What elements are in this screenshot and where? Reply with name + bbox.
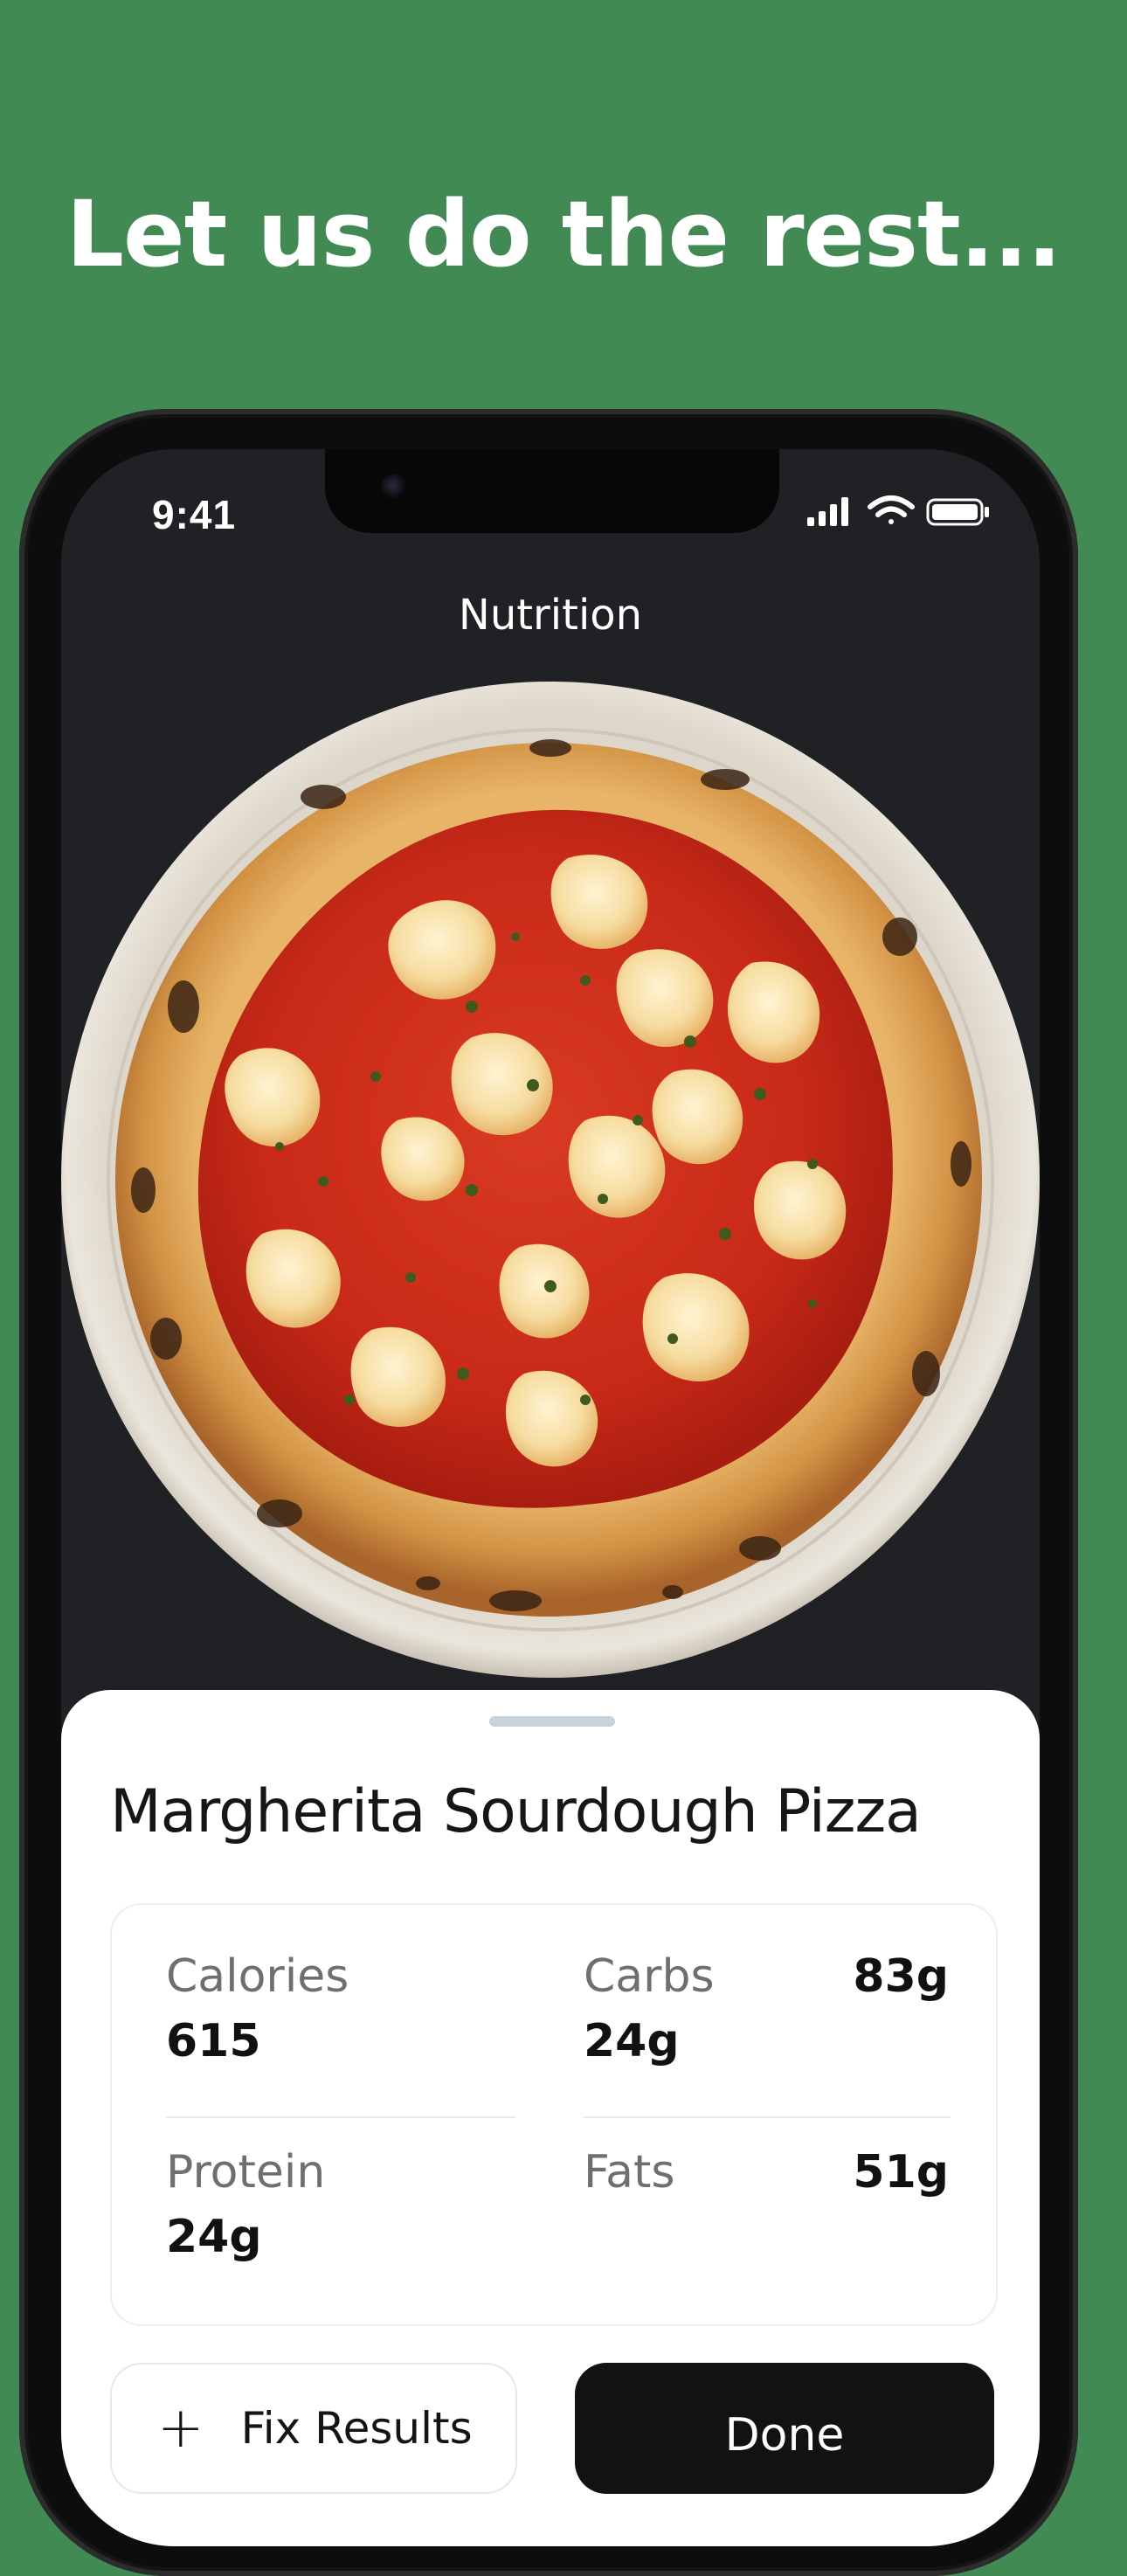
nav-title: Nutrition bbox=[458, 591, 643, 640]
signal-icon bbox=[807, 497, 848, 526]
camera-icon bbox=[381, 474, 407, 500]
carbs-label: Carbs bbox=[584, 1950, 715, 2003]
protein-value: 24g bbox=[166, 2211, 262, 2263]
wifi-icon bbox=[868, 495, 915, 524]
status-time: 9:41 bbox=[152, 492, 237, 537]
divider-right bbox=[584, 2116, 951, 2118]
fix-results-button[interactable]: + Fix Results bbox=[110, 2363, 517, 2494]
done-button[interactable]: Done bbox=[575, 2363, 994, 2494]
fats-side-value: 51g bbox=[853, 2146, 949, 2199]
divider-left bbox=[166, 2116, 515, 2118]
phone-frame: 9:41 Nutrition Margherita Sourdough Pizz… bbox=[19, 409, 1078, 2576]
carbs-value: 24g bbox=[584, 2015, 680, 2067]
app-screen: 9:41 Nutrition Margherita Sourdough Pizz… bbox=[61, 449, 1040, 2546]
plus-icon: + bbox=[157, 2396, 204, 2461]
fix-results-label: Fix Results bbox=[240, 2403, 473, 2454]
protein-label: Protein bbox=[166, 2146, 326, 2199]
nutrition-card: Calories 615 Carbs 83g 24g Protein 24g F… bbox=[110, 1903, 998, 2326]
battery-icon bbox=[926, 498, 989, 526]
sheet-grabber[interactable] bbox=[489, 1716, 615, 1727]
calories-value: 615 bbox=[166, 2015, 261, 2067]
fats-label: Fats bbox=[584, 2146, 675, 2199]
dynamic-notch bbox=[325, 449, 779, 533]
food-photo bbox=[61, 675, 1040, 1688]
status-icons bbox=[807, 495, 1026, 530]
carbs-side-value: 83g bbox=[853, 1950, 949, 2003]
promo-headline: Let us do the rest... bbox=[66, 181, 1061, 287]
food-name: Margherita Sourdough Pizza bbox=[110, 1777, 922, 1846]
result-sheet: Margherita Sourdough Pizza Calories 615 … bbox=[61, 1690, 1040, 2546]
calories-label: Calories bbox=[166, 1950, 349, 2003]
